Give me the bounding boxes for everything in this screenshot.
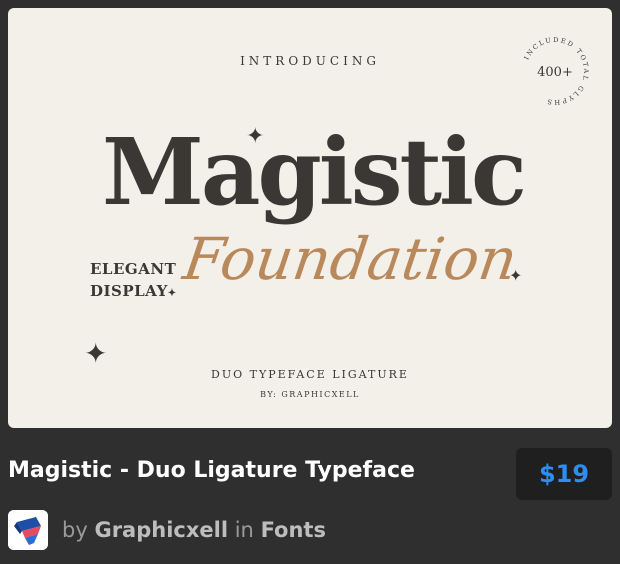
- author-line: by Graphicxell in Fonts: [62, 518, 326, 542]
- in-label: in: [234, 518, 254, 542]
- brand-title: Magistic: [102, 118, 527, 226]
- glyph-count-badge: INCLUDED TOTAL GLYPHS 400+: [523, 36, 589, 106]
- category-link[interactable]: Fonts: [261, 518, 326, 542]
- side-label-elegant: ELEGANT: [90, 260, 177, 278]
- designer-byline: BY: GRAPHICXELL: [260, 390, 360, 399]
- badge-count: 400+: [537, 65, 573, 80]
- price-button[interactable]: $19: [516, 448, 612, 500]
- price-label: $19: [538, 460, 590, 488]
- author-link[interactable]: Graphicxell: [94, 518, 228, 542]
- side-label-display: DISPLAY✦: [90, 282, 177, 300]
- product-title[interactable]: Magistic - Duo Ligature Typeface: [8, 458, 415, 483]
- author-logo-icon: [8, 510, 48, 550]
- script-title: Foundation: [179, 225, 522, 293]
- by-label: by: [62, 518, 88, 542]
- author-avatar[interactable]: [8, 510, 48, 550]
- sparkle-icon: ✦: [167, 288, 177, 299]
- product-preview-image[interactable]: INTRODUCING INCLUDED TOTAL GLYPHS 400+ ✦…: [8, 8, 612, 428]
- subtitle: DUO TYPEFACE LIGATURE: [211, 368, 409, 381]
- sparkle-icon: ✦: [84, 337, 108, 370]
